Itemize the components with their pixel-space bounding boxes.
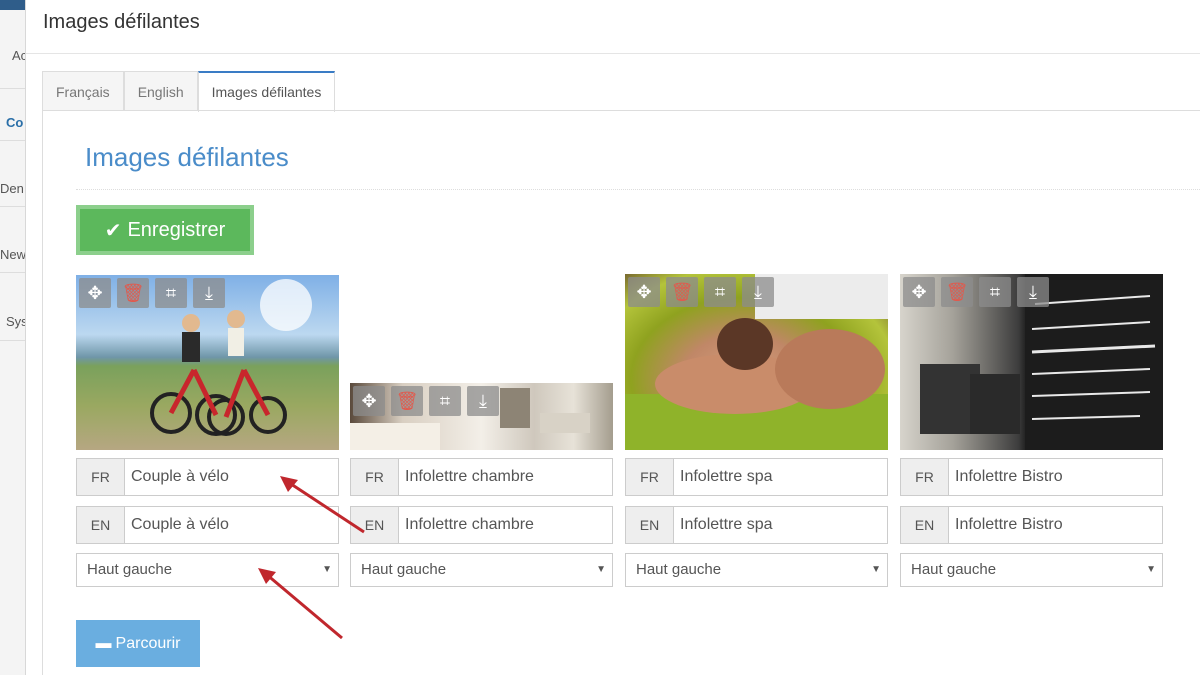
position-select[interactable]: Haut gauche ▼ (350, 553, 613, 587)
fr-caption-input[interactable] (399, 459, 612, 495)
crop-icon[interactable]: ⌗ (979, 277, 1011, 307)
tab-images-defilantes[interactable]: Images défilantes (197, 71, 336, 112)
background-menu-item: Sys (6, 314, 26, 329)
fr-tag: FR (77, 459, 125, 495)
panel-border (42, 110, 43, 675)
slide-image[interactable]: ✥ 🗑 ⌗ ⤓ (900, 274, 1163, 450)
move-icon[interactable]: ✥ (353, 386, 385, 416)
download-icon[interactable]: ⤓ (467, 386, 499, 416)
section-divider (76, 189, 1200, 190)
images-modal: Images défilantes Français English Image… (26, 0, 1200, 675)
image-toolbar: ✥ 🗑 ⌗ ⤓ (79, 278, 225, 308)
slide-image[interactable]: ✥ 🗑 ⌗ ⤓ (625, 274, 888, 450)
tab-francais[interactable]: Français (42, 71, 124, 111)
background-app-sidebar: Ac Co Den New Sys (0, 0, 26, 675)
fr-caption-row: FR (350, 458, 613, 496)
move-icon[interactable]: ✥ (628, 277, 660, 307)
trash-icon[interactable]: 🗑 (941, 277, 973, 307)
trash-icon[interactable]: 🗑 (391, 386, 423, 416)
position-select[interactable]: Haut gauche ▼ (625, 553, 888, 587)
image-toolbar: ✥ 🗑 ⌗ ⤓ (903, 277, 1049, 307)
caret-down-icon: ▼ (596, 564, 606, 575)
background-menu-item: Co (6, 115, 24, 130)
divider (0, 88, 25, 89)
divider (0, 340, 25, 341)
divider (0, 140, 25, 141)
en-caption-input[interactable] (399, 507, 612, 543)
move-icon[interactable]: ✥ (79, 278, 111, 308)
image-toolbar: ✥ 🗑 ⌗ ⤓ (353, 386, 499, 416)
slide-image[interactable]: ✥ 🗑 ⌗ ⤓ (350, 383, 613, 450)
image-toolbar: ✥ 🗑 ⌗ ⤓ (628, 277, 774, 307)
en-tag: EN (351, 507, 399, 543)
fr-caption-input[interactable] (674, 459, 887, 495)
slide-image[interactable]: ✥ 🗑 ⌗ ⤓ (76, 275, 339, 450)
crop-icon[interactable]: ⌗ (429, 386, 461, 416)
save-button[interactable]: ✔ Enregistrer (76, 205, 254, 255)
check-icon: ✔ (104, 219, 122, 242)
en-caption-row: EN (350, 506, 613, 544)
caret-down-icon: ▼ (1146, 564, 1156, 575)
fr-caption-input[interactable] (125, 459, 338, 495)
crop-icon[interactable]: ⌗ (704, 277, 736, 307)
fr-caption-row: FR (900, 458, 1163, 496)
modal-header: Images défilantes (26, 0, 1200, 54)
tab-bar: Français English Images défilantes (42, 71, 336, 112)
position-select-value: Haut gauche (636, 561, 722, 578)
en-tag: EN (626, 507, 674, 543)
caret-down-icon: ▼ (322, 564, 332, 575)
download-icon[interactable]: ⤓ (193, 278, 225, 308)
fr-caption-row: FR (625, 458, 888, 496)
en-caption-row: EN (76, 506, 339, 544)
en-tag: EN (77, 507, 125, 543)
save-button-label: Enregistrer (127, 218, 226, 241)
trash-icon[interactable]: 🗑 (117, 278, 149, 308)
section-title: Images défilantes (85, 142, 289, 172)
divider (0, 272, 25, 273)
en-tag: EN (901, 507, 949, 543)
position-select-value: Haut gauche (361, 561, 447, 578)
move-icon[interactable]: ✥ (903, 277, 935, 307)
folder-icon: ▬ (95, 634, 112, 652)
fr-tag: FR (351, 459, 399, 495)
en-caption-input[interactable] (125, 507, 338, 543)
fr-caption-input[interactable] (949, 459, 1162, 495)
divider (0, 206, 25, 207)
tab-english[interactable]: English (123, 71, 198, 111)
crop-icon[interactable]: ⌗ (155, 278, 187, 308)
position-select[interactable]: Haut gauche ▼ (76, 553, 339, 587)
en-caption-row: EN (900, 506, 1163, 544)
background-menu-item: Den (0, 181, 24, 196)
position-select[interactable]: Haut gauche ▼ (900, 553, 1163, 587)
fr-tag: FR (901, 459, 949, 495)
position-select-value: Haut gauche (87, 561, 173, 578)
tabs-divider (42, 110, 1200, 111)
background-topbar (0, 0, 25, 10)
background-menu-item: Ac (12, 48, 26, 63)
en-caption-input[interactable] (674, 507, 887, 543)
download-icon[interactable]: ⤓ (742, 277, 774, 307)
en-caption-input[interactable] (949, 507, 1162, 543)
position-select-value: Haut gauche (911, 561, 997, 578)
caret-down-icon: ▼ (871, 564, 881, 575)
fr-tag: FR (626, 459, 674, 495)
browse-button-label: Parcourir (115, 634, 181, 652)
en-caption-row: EN (625, 506, 888, 544)
browse-button[interactable]: ▬ Parcourir (76, 620, 200, 667)
download-icon[interactable]: ⤓ (1017, 277, 1049, 307)
background-menu-item: New (0, 247, 26, 262)
modal-title: Images défilantes (43, 11, 200, 33)
trash-icon[interactable]: 🗑 (666, 277, 698, 307)
fr-caption-row: FR (76, 458, 339, 496)
